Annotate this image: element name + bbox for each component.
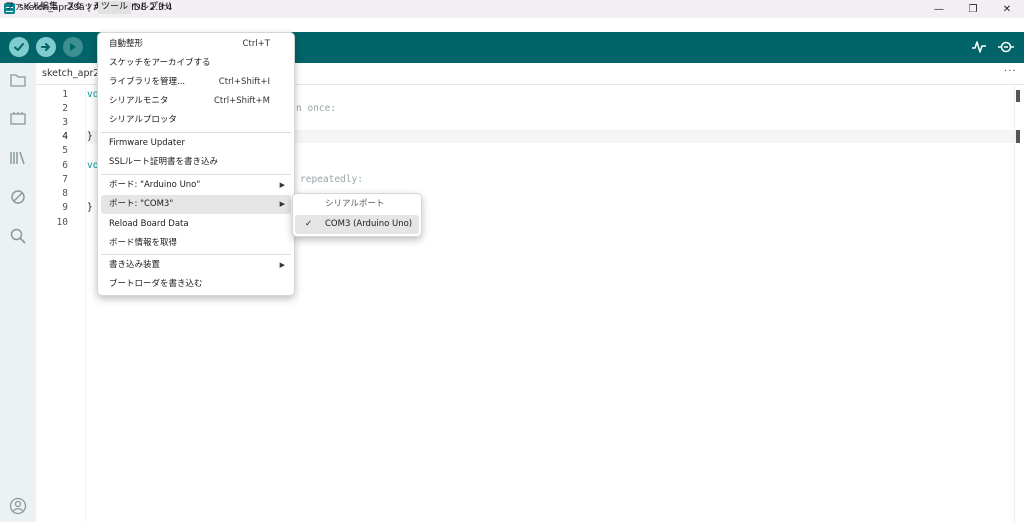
line-number: 5 — [62, 145, 68, 156]
boards-manager-icon — [10, 112, 26, 125]
upload-button[interactable] — [36, 37, 56, 57]
library-manager-icon — [10, 151, 25, 165]
menu-item-label: シリアルモニタ — [109, 96, 169, 106]
sidebar-boards-manager[interactable] — [8, 109, 28, 129]
scrollbar-marker — [1016, 130, 1020, 143]
menu-help[interactable]: ヘルプ(H) — [128, 1, 175, 14]
line-number: 1 — [62, 89, 68, 100]
menu-item-label: ボード: "Arduino Uno" — [109, 180, 201, 190]
menu-item-label: ボード情報を取得 — [109, 238, 178, 248]
menu-separator — [101, 254, 291, 255]
menu-item-label: ライブラリを管理... — [109, 77, 186, 87]
menu-auto-format[interactable]: 自動整形 Ctrl+T — [101, 35, 291, 54]
menu-bar — [0, 18, 1024, 32]
serial-ports-header: シリアルポート — [325, 199, 385, 209]
submenu-arrow-icon: ▶ — [279, 261, 285, 269]
sidebar — [0, 63, 36, 522]
menu-item-label: 書き込み装置 — [109, 260, 161, 270]
menu-serial-plotter[interactable]: シリアルプロッタ — [101, 111, 291, 130]
account-icon — [9, 497, 27, 515]
code-fragment[interactable]: repeatedly: — [300, 174, 363, 185]
menu-get-board-info[interactable]: ボード情報を取得 — [101, 234, 291, 253]
menu-upload-ssl-certs[interactable]: SSLルート証明書を書き込み — [101, 153, 291, 172]
submenu-arrow-icon: ▶ — [279, 181, 285, 189]
line-number: 3 — [62, 117, 68, 128]
submenu-arrow-icon: ▶ — [279, 200, 285, 208]
menu-tools[interactable]: ツール — [98, 1, 132, 14]
maximize-button[interactable]: ❐ — [956, 0, 990, 18]
menu-item-label: シリアルプロッタ — [109, 115, 177, 125]
line-number: 8 — [62, 188, 68, 199]
port-item-label: COM3 (Arduino Uno) — [325, 219, 413, 229]
menu-board[interactable]: ボード: "Arduino Uno" ▶ — [101, 176, 291, 195]
menu-port[interactable]: ポート: "COM3" ▶ — [101, 195, 291, 214]
close-button[interactable]: ✕ — [990, 0, 1024, 18]
shortcut-label: Ctrl+Shift+I — [218, 77, 270, 87]
menu-item-label: ブートローダを書き込む — [109, 279, 203, 289]
debug-icon — [70, 43, 76, 51]
code-fragment[interactable]: } — [87, 131, 93, 142]
menu-archive-sketch[interactable]: スケッチをアーカイブする — [101, 54, 291, 73]
check-icon: ✓ — [305, 219, 313, 229]
menu-item-label: Reload Board Data — [109, 219, 189, 229]
menu-item-label: SSLルート証明書を書き込み — [109, 157, 219, 167]
menu-item-label: 自動整形 — [109, 39, 144, 49]
menu-item-label: Firmware Updater — [109, 138, 185, 148]
serial-monitor-icon — [998, 41, 1014, 53]
menu-item-label: スケッチをアーカイブする — [109, 58, 211, 68]
line-number: 6 — [62, 160, 68, 171]
upload-icon — [41, 43, 50, 51]
serial-monitor-button[interactable] — [997, 39, 1015, 58]
menu-item-label: ポート: "COM3" — [109, 199, 174, 209]
line-number: 10 — [56, 217, 68, 228]
menu-firmware-updater[interactable]: Firmware Updater — [101, 134, 291, 153]
line-number: 9 — [62, 202, 68, 213]
port-item-com3[interactable]: ✓ COM3 (Arduino Uno) — [295, 215, 419, 234]
menu-programmer[interactable]: 書き込み装置 ▶ — [101, 256, 291, 275]
sidebar-sketchbook[interactable] — [8, 70, 28, 90]
tab-sketch[interactable]: sketch_apr29 — [42, 68, 106, 79]
scrollbar-marker — [1016, 90, 1020, 102]
sidebar-debug[interactable] — [8, 187, 28, 207]
editor-scrollbar[interactable] — [1014, 86, 1024, 522]
sketchbook-icon — [10, 74, 26, 87]
serial-plotter-icon — [972, 41, 986, 53]
menu-separator — [101, 132, 291, 133]
code-fragment[interactable]: n once: — [296, 103, 336, 114]
debug-button[interactable] — [63, 37, 83, 57]
serial-plotter-button[interactable] — [971, 39, 987, 58]
debug-icon — [11, 190, 25, 204]
menu-manage-libraries[interactable]: ライブラリを管理... Ctrl+Shift+I — [101, 73, 291, 92]
shortcut-label: Ctrl+T — [242, 39, 270, 49]
menu-separator — [101, 174, 291, 175]
more-actions-icon[interactable]: ··· — [1004, 66, 1017, 77]
search-icon — [10, 228, 26, 244]
verify-icon — [14, 43, 24, 51]
sidebar-search[interactable] — [8, 226, 28, 246]
menu-burn-bootloader[interactable]: ブートローダを書き込む — [101, 275, 291, 294]
sidebar-account[interactable] — [8, 496, 28, 516]
sidebar-library-manager[interactable] — [8, 148, 28, 168]
verify-button[interactable] — [9, 37, 29, 57]
menu-reload-board-data[interactable]: Reload Board Data — [101, 215, 291, 234]
menu-edit[interactable]: 編集 — [37, 1, 61, 14]
line-number: 7 — [62, 174, 68, 185]
line-number: 2 — [62, 103, 68, 114]
shortcut-label: Ctrl+Shift+M — [213, 96, 270, 106]
line-number: 4 — [62, 131, 68, 142]
code-fragment[interactable]: } — [87, 202, 93, 213]
menu-serial-monitor[interactable]: シリアルモニタ Ctrl+Shift+M — [101, 92, 291, 111]
minimize-button[interactable]: — — [922, 0, 956, 18]
